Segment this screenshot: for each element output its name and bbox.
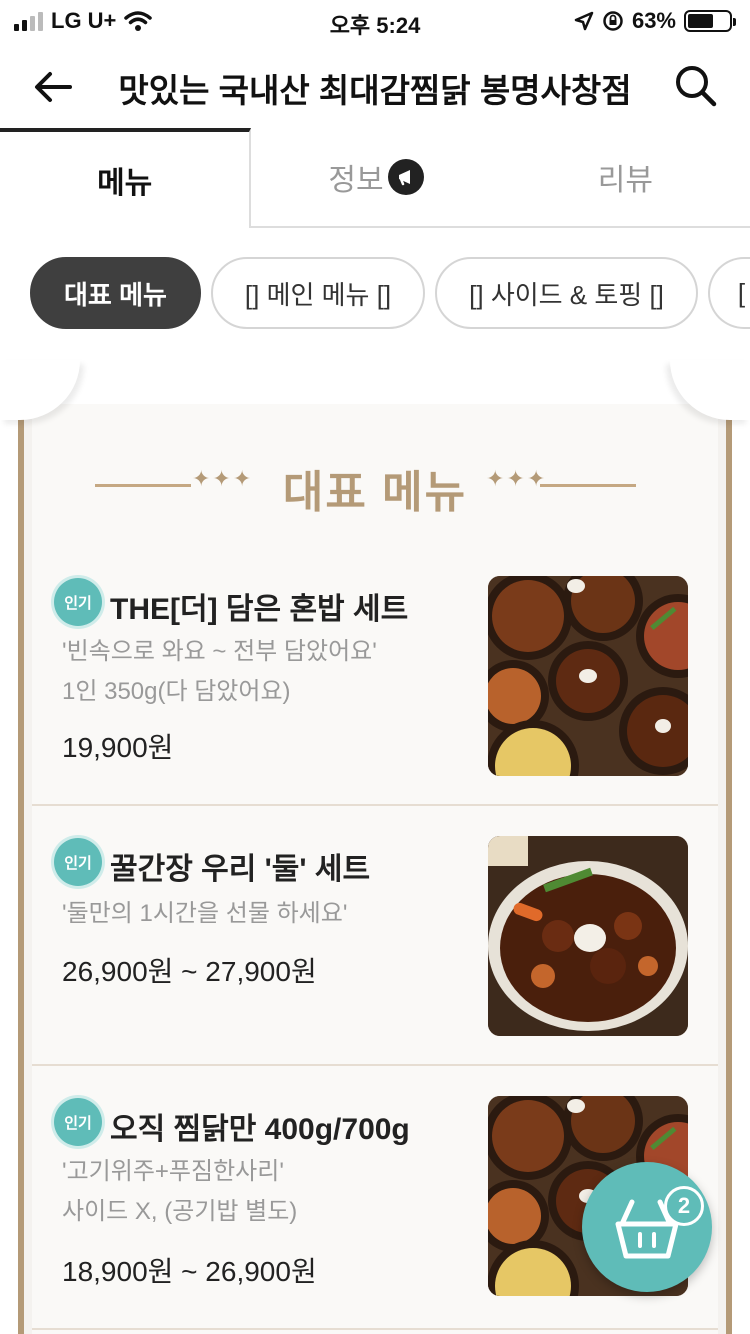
section-heading: ✦✦✦ 대표 메뉴 ✦✦✦ <box>0 456 750 517</box>
chip-side-topping[interactable]: [] 사이드 & 토핑 [] <box>435 257 698 329</box>
menu-item[interactable]: 인기 꿀간장 우리 '둘' 세트 '둘만의 1시간을 선물 하세요' 26,90… <box>32 806 718 1066</box>
menu-item[interactable]: 인기 THE[더] 담은 혼밥 세트 '빈속으로 와요 ~ 전부 담았어요' 1… <box>32 550 718 806</box>
chip-more[interactable]: [ <box>707 257 750 329</box>
store-title: 맛있는 국내산 최대감찜닭 봉명사창점 <box>118 72 632 109</box>
app-header: 맛있는 국내산 최대감찜닭 봉명사창점 <box>0 44 750 128</box>
item-desc-2: 사이드 X, (공기밥 별도) <box>62 1198 298 1225</box>
section-title: 대표 메뉴 <box>282 468 468 517</box>
item-price: 18,900원 ~ 26,900원 <box>62 1256 317 1287</box>
item-name: THE[더] 담은 혼밥 세트 <box>110 593 409 626</box>
item-price: 26,900원 ~ 27,900원 <box>62 956 317 987</box>
item-desc-2: 1인 350g(다 담았어요) <box>62 678 291 705</box>
item-desc: '빈속으로 와요 ~ 전부 담았어요' <box>62 638 377 665</box>
item-photo <box>488 836 688 1036</box>
item-name: 오직 찜닭만 400g/700g <box>110 1113 410 1146</box>
item-desc: '둘만의 1시간을 선물 하세요' <box>62 900 348 927</box>
item-name: 꿀간장 우리 '둘' 세트 <box>110 853 371 886</box>
store-tabs: 메뉴 정보 리뷰 <box>0 128 750 228</box>
cart-count-badge: 2 <box>664 1186 704 1226</box>
location-icon <box>574 11 594 31</box>
battery-icon <box>684 10 736 32</box>
ornament-right: ✦✦✦ <box>486 466 548 491</box>
battery-percent: 63% <box>631 8 676 33</box>
rotation-lock-icon <box>603 11 623 31</box>
tab-menu[interactable]: 메뉴 <box>0 128 252 228</box>
item-desc: '고기위주+푸짐한사리' <box>62 1158 284 1185</box>
popular-badge: 인기 <box>54 838 102 886</box>
category-chips: 대표 메뉴 [] 메인 메뉴 [] [] 사이드 & 토핑 [] [ <box>30 257 750 329</box>
chip-signature-menu[interactable]: 대표 메뉴 <box>30 257 201 329</box>
search-icon[interactable] <box>672 62 720 110</box>
tab-info[interactable]: 정보 <box>251 128 501 228</box>
popular-badge: 인기 <box>54 1098 102 1146</box>
basket-icon <box>615 1199 679 1259</box>
status-bar: LG U+ 오후 5:24 63% <box>0 0 750 40</box>
chip-main-menu[interactable]: [] 메인 메뉴 [] <box>210 257 426 329</box>
popular-badge: 인기 <box>54 578 102 626</box>
cart-button[interactable]: 2 <box>582 1162 712 1292</box>
item-price: 19,900원 <box>62 732 174 763</box>
tab-review[interactable]: 리뷰 <box>500 128 750 228</box>
item-photo <box>488 576 688 776</box>
megaphone-icon <box>387 159 424 195</box>
